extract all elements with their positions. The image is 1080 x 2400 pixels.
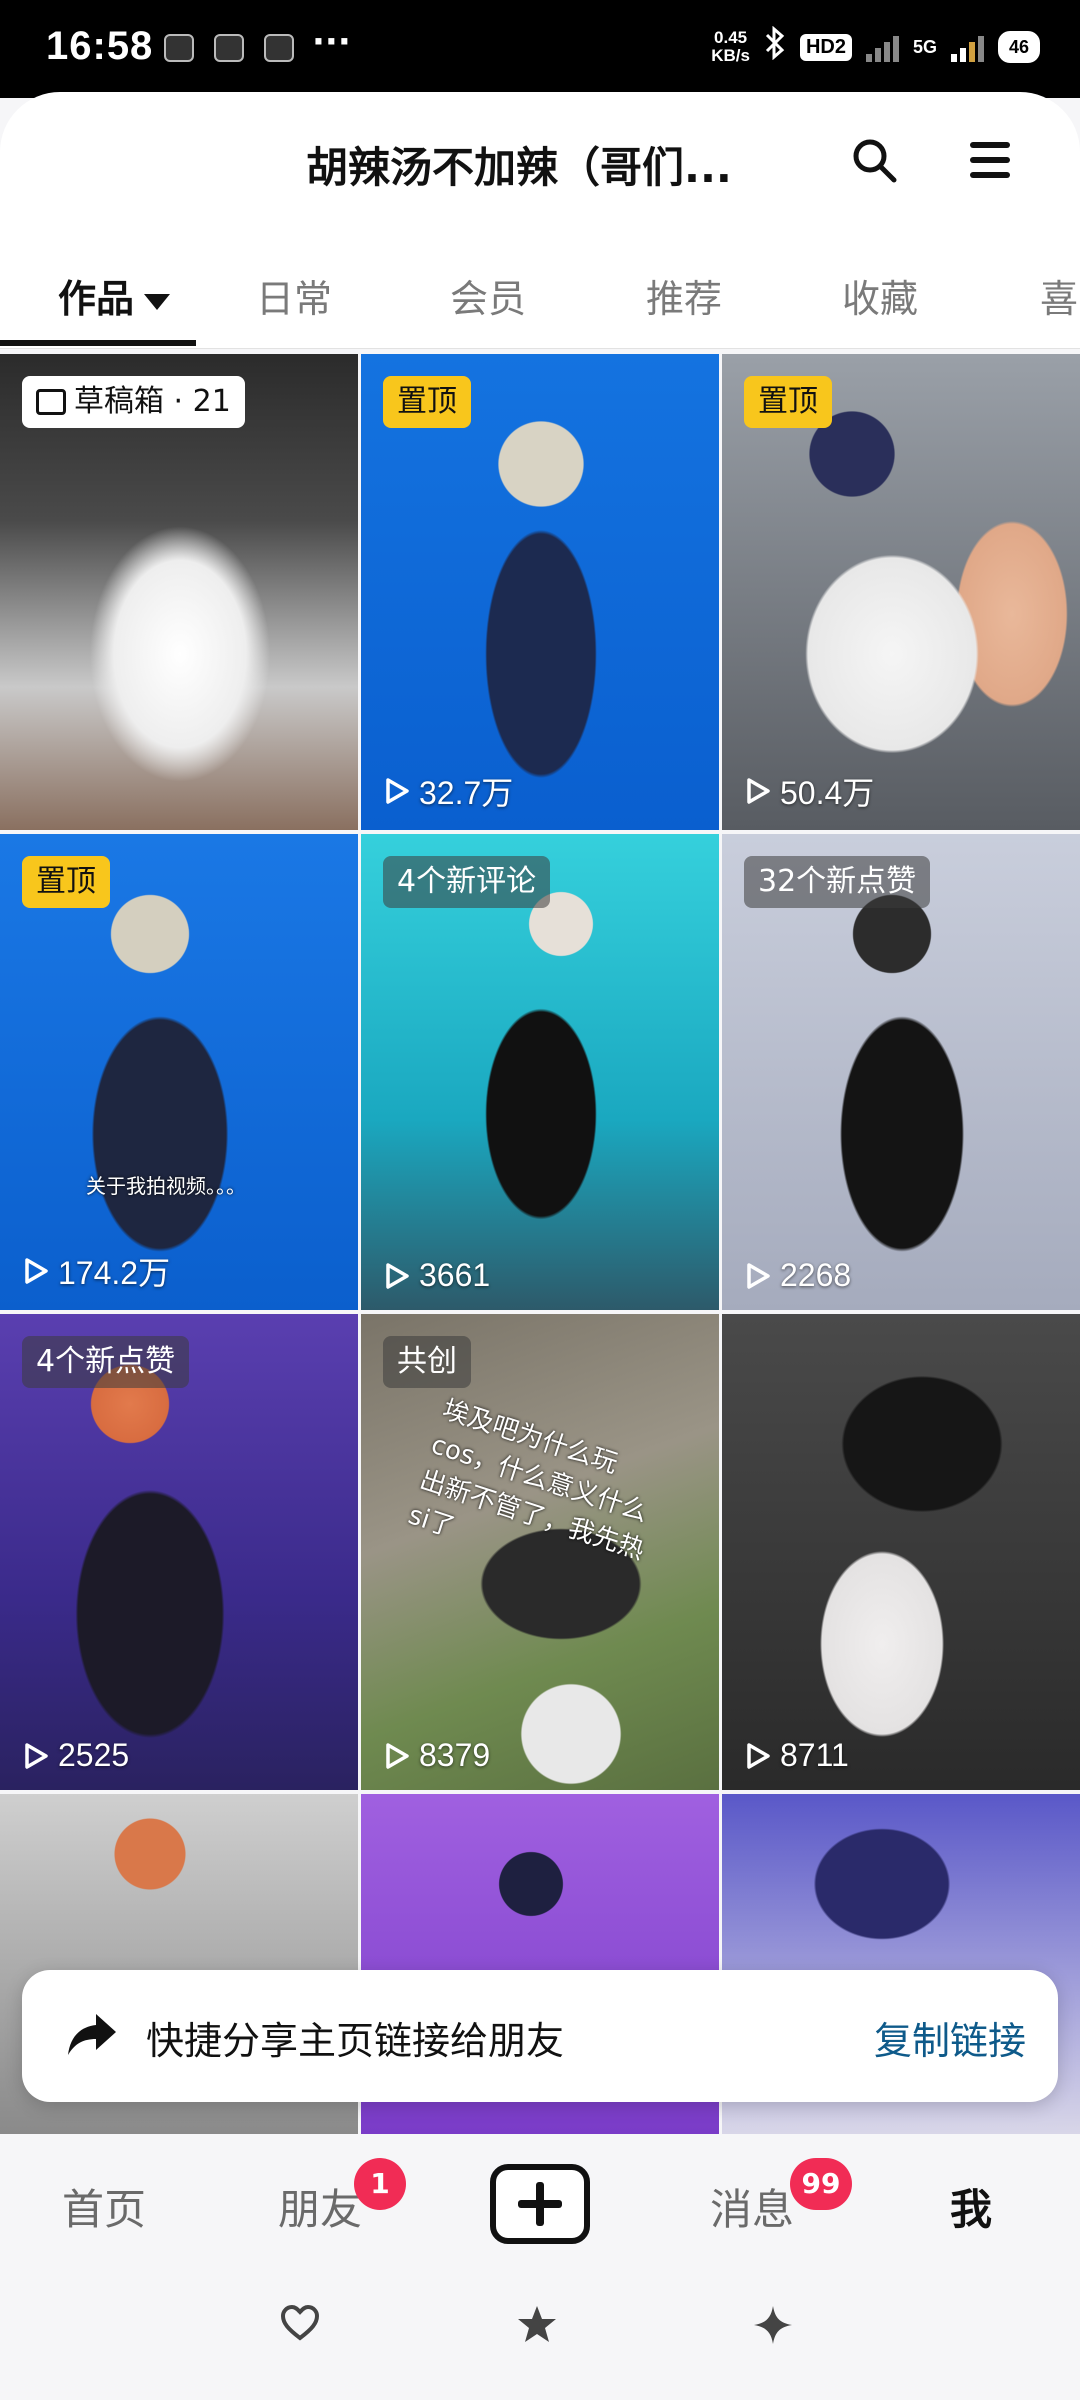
nav-me[interactable]: 我: [950, 2176, 992, 2237]
video-tile[interactable]: 置顶 50.4万: [722, 354, 1080, 830]
play-icon: [25, 1258, 48, 1284]
signal-icon: [950, 32, 984, 62]
nav-friends[interactable]: 朋友: [278, 2176, 362, 2237]
tab-favorites[interactable]: 收藏: [842, 268, 918, 323]
video-tile[interactable]: 32个新点赞 2268: [722, 834, 1080, 1310]
active-tab-indicator: [0, 340, 196, 346]
hd-voice-badge: HD2: [799, 33, 852, 61]
friends-badge: 1: [354, 2158, 406, 2210]
tab-label: 作品: [58, 277, 135, 321]
new-comments-badge: 4个新评论: [383, 856, 551, 908]
copy-link-button[interactable]: 复制链接: [874, 2010, 1026, 2065]
heart-icon[interactable]: [280, 2304, 320, 2352]
create-plus-button[interactable]: [490, 2164, 590, 2244]
network-speed: 0.45 KB/s: [711, 29, 750, 65]
menu-icon[interactable]: [970, 142, 1010, 178]
play-count: 2525: [20, 1737, 129, 1774]
play-count-value: 8711: [780, 1737, 849, 1773]
battery-indicator: 46: [997, 31, 1040, 63]
network-speed-unit: KB/s: [711, 46, 750, 65]
play-icon: [386, 1742, 409, 1769]
tab-member[interactable]: 会员: [450, 268, 526, 323]
status-time: 16:58: [46, 24, 154, 68]
play-count-value: 3661: [419, 1257, 491, 1293]
network-speed-value: 0.45: [714, 28, 748, 47]
bluetooth-icon: [764, 25, 786, 68]
pinned-badge: 置顶: [22, 856, 110, 908]
new-likes-badge: 4个新点赞: [22, 1336, 190, 1388]
new-likes-badge: 32个新点赞: [744, 856, 931, 908]
tab-daily[interactable]: 日常: [256, 268, 332, 323]
nav-messages[interactable]: 消息: [710, 2176, 794, 2237]
play-count: 174.2万: [20, 1248, 170, 1294]
play-count: 8379: [381, 1737, 490, 1774]
messages-badge: 99: [790, 2158, 852, 2210]
draft-badge: 草稿箱 · 21: [22, 376, 245, 428]
video-tile[interactable]: 4个新点赞 2525: [0, 1314, 358, 1790]
video-tile[interactable]: 8711: [722, 1314, 1080, 1790]
caret-down-icon: [144, 293, 171, 310]
video-tile[interactable]: 置顶 32.7万: [361, 354, 719, 830]
notification-icons: [164, 34, 294, 62]
sparkle-icon[interactable]: [752, 2304, 794, 2356]
play-count-value: 8379: [419, 1737, 491, 1773]
share-arrow-icon: [68, 2014, 116, 2055]
draft-box-icon: [36, 389, 66, 415]
app-notification-icon: [164, 34, 194, 62]
draft-badge-label: 草稿箱 · 21: [74, 384, 231, 419]
tab-recommended[interactable]: 推荐: [646, 268, 722, 323]
share-banner-text: 快捷分享主页链接给朋友: [146, 2019, 565, 2063]
signal-icon: [865, 32, 899, 62]
play-count: 50.4万: [742, 768, 874, 814]
play-icon: [747, 778, 770, 804]
draft-box-tile[interactable]: 草稿箱 · 21: [0, 354, 358, 830]
play-count-value: 174.2万: [58, 1255, 171, 1291]
video-caption: 关于我拍视频。。。: [86, 1174, 246, 1198]
star-icon[interactable]: [516, 2304, 558, 2354]
play-count-value: 2268: [780, 1257, 852, 1293]
page-title: 胡辣汤不加辣（哥们...: [306, 143, 732, 192]
search-icon[interactable]: [850, 136, 898, 184]
play-icon: [747, 1742, 770, 1769]
tab-likes[interactable]: 喜: [1040, 268, 1078, 323]
play-icon: [386, 1262, 409, 1289]
video-thumbnail: [722, 1314, 1080, 1790]
tab-works[interactable]: 作品: [58, 268, 171, 323]
play-count: 8711: [742, 1737, 849, 1774]
video-tile[interactable]: 置顶 关于我拍视频。。。 174.2万: [0, 834, 358, 1310]
play-icon: [25, 1742, 48, 1769]
video-tile[interactable]: 共创 埃及吧为什么玩cos，什么意义什么出新不管了，我先热si了 8379: [361, 1314, 719, 1790]
collab-badge: 共创: [383, 1336, 471, 1388]
status-indicators: 0.45 KB/s HD2 5G 46: [711, 25, 1040, 68]
pinned-badge: 置顶: [383, 376, 471, 428]
play-count: 2268: [742, 1257, 851, 1294]
share-profile-banner: 快捷分享主页链接给朋友 复制链接: [22, 1970, 1058, 2102]
bottom-navigation: 首页 朋友 1 消息 99 我: [0, 2134, 1080, 2280]
app-notification-icon: [264, 34, 294, 62]
bottom-shortcut-icons: [0, 2286, 1080, 2400]
play-icon: [747, 1262, 770, 1289]
app-notification-icon: [214, 34, 244, 62]
nav-home[interactable]: 首页: [62, 2176, 146, 2237]
play-count-value: 32.7万: [419, 775, 514, 811]
more-notifications-icon: ···: [312, 22, 351, 62]
profile-tabs: 作品 日常 会员 推荐 收藏 喜: [0, 242, 1080, 349]
profile-header: 胡辣汤不加辣（哥们...: [0, 92, 1080, 242]
play-count-value: 50.4万: [780, 775, 875, 811]
network-type: 5G: [912, 37, 937, 57]
video-tile[interactable]: 4个新评论 3661: [361, 834, 719, 1310]
pinned-badge: 置顶: [744, 376, 832, 428]
play-count: 32.7万: [381, 768, 513, 814]
play-count: 3661: [381, 1257, 490, 1294]
play-count-value: 2525: [58, 1737, 130, 1773]
play-icon: [386, 778, 409, 804]
status-bar: 16:58 ··· 0.45 KB/s HD2 5G 46: [0, 0, 1080, 98]
